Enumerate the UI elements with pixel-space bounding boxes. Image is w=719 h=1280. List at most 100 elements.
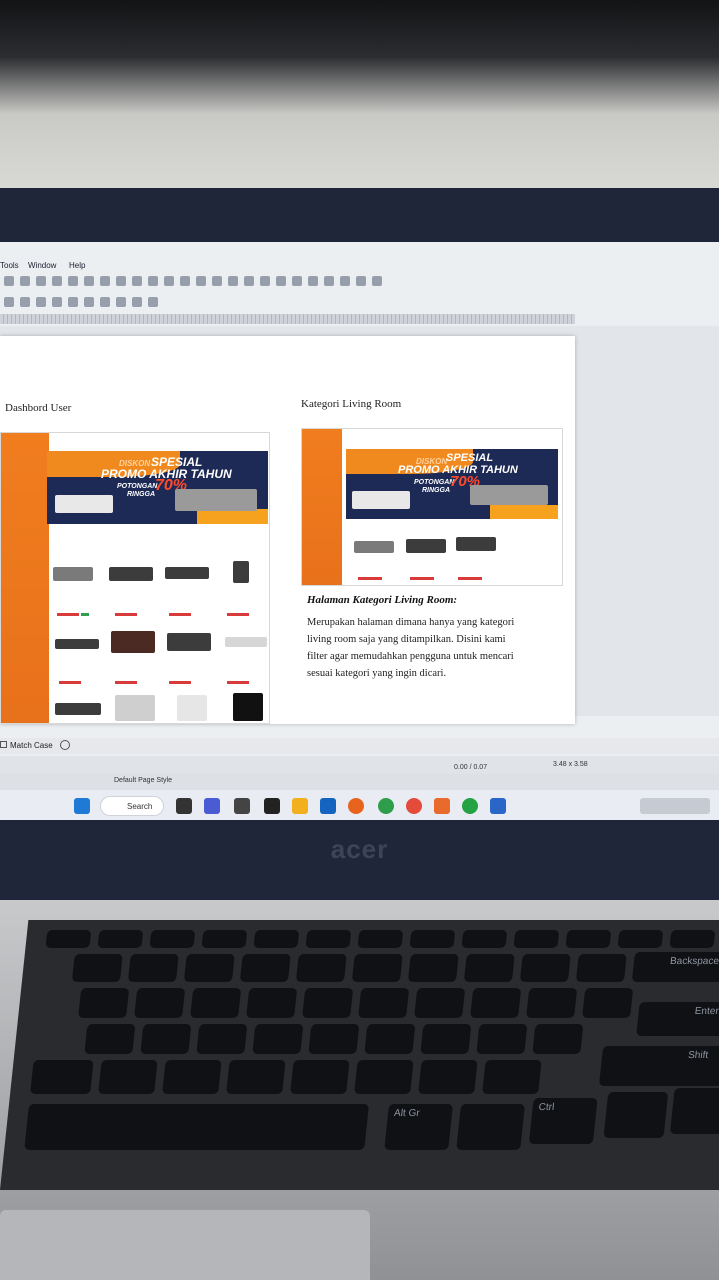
key[interactable] [669,930,716,948]
cart-tag[interactable] [81,613,89,616]
toolbar-icon[interactable] [4,297,14,307]
key[interactable] [513,930,560,948]
meet-icon[interactable] [204,798,220,814]
toolbar-icon[interactable] [100,276,110,286]
key[interactable] [78,988,130,1018]
menu-tools[interactable]: Tools [0,261,19,270]
key[interactable] [253,930,300,948]
key[interactable] [127,954,179,982]
key[interactable] [357,930,404,948]
product-image[interactable] [165,567,209,579]
product-image[interactable] [456,537,496,551]
product-image[interactable] [406,539,446,553]
toolbar-icon[interactable] [132,297,142,307]
toolbar-icon[interactable] [4,276,14,286]
match-case-checkbox[interactable] [0,741,7,748]
ctrl-key[interactable]: Ctrl [528,1098,598,1144]
toolbar-icon[interactable] [356,276,366,286]
key[interactable] [252,1024,304,1054]
chrome-icon[interactable] [406,798,422,814]
product-image[interactable] [111,631,155,653]
toolbar-icon[interactable] [148,276,158,286]
key[interactable] [308,1024,360,1054]
key[interactable] [461,930,508,948]
key[interactable] [420,1024,472,1054]
key[interactable] [617,930,664,948]
shift-key[interactable]: Shift [598,1046,719,1086]
toolbar-icon[interactable] [68,297,78,307]
toolbar-icon[interactable] [116,276,126,286]
key[interactable] [140,1024,192,1054]
toolbar-icon[interactable] [68,276,78,286]
horizontal-ruler[interactable] [0,314,575,324]
arrow-up-key[interactable] [669,1088,719,1134]
product-image[interactable] [167,633,211,651]
key[interactable] [575,954,627,982]
key[interactable] [482,1060,542,1094]
toolbar-icon[interactable] [180,276,190,286]
toolbar-icon[interactable] [292,276,302,286]
product-image[interactable] [55,639,99,649]
toolbar-icon[interactable] [212,276,222,286]
arrow-left-key[interactable] [603,1092,669,1138]
toolbar-icon[interactable] [84,297,94,307]
store-icon[interactable] [320,798,336,814]
key[interactable] [354,1060,414,1094]
key[interactable] [565,930,612,948]
key[interactable] [582,988,634,1018]
key[interactable] [358,988,410,1018]
firefox-icon[interactable] [348,798,364,814]
taskbar-search[interactable]: Search [100,796,164,816]
xampp-icon[interactable] [434,798,450,814]
menu-key[interactable] [456,1104,526,1150]
menu-window[interactable]: Window [28,261,56,270]
key[interactable] [196,1024,248,1054]
toolbar-icon[interactable] [340,276,350,286]
toolbar-icon[interactable] [20,276,30,286]
toolbar-icon[interactable] [132,276,142,286]
key[interactable] [409,930,456,948]
start-icon[interactable] [74,798,90,814]
backspace-key[interactable]: Backspace [631,952,719,982]
key[interactable] [97,930,144,948]
product-image[interactable] [233,561,249,583]
key[interactable] [149,930,196,948]
key[interactable] [414,988,466,1018]
key[interactable] [162,1060,222,1094]
key[interactable] [463,954,515,982]
spacebar-key[interactable] [24,1104,370,1150]
key[interactable] [470,988,522,1018]
toolbar-icon[interactable] [36,297,46,307]
key[interactable] [71,954,123,982]
key[interactable] [84,1024,136,1054]
toolbar-icon[interactable] [20,297,30,307]
task-view-icon[interactable] [176,798,192,814]
key[interactable] [134,988,186,1018]
document-page[interactable]: Dashbord User Kategori Living Room DISKO… [0,336,575,724]
key[interactable] [364,1024,416,1054]
product-image[interactable] [354,541,394,553]
touchpad[interactable] [0,1210,370,1280]
enter-key[interactable]: Enter [636,1002,719,1036]
product-image[interactable] [177,695,207,721]
key[interactable] [30,1060,94,1094]
terminal-icon[interactable] [264,798,280,814]
toolbar-icon[interactable] [372,276,382,286]
page-style[interactable]: Default Page Style [114,777,172,784]
key[interactable] [407,954,459,982]
key[interactable] [305,930,352,948]
toolbar-icon[interactable] [244,276,254,286]
toolbar-icon[interactable] [84,276,94,286]
product-image[interactable] [109,567,153,581]
key[interactable] [476,1024,528,1054]
whatsapp-icon[interactable] [462,798,478,814]
toolbar-icon[interactable] [116,297,126,307]
product-image[interactable] [55,703,101,715]
key[interactable] [183,954,235,982]
key[interactable] [290,1060,350,1094]
product-image[interactable] [115,695,155,721]
toolbar-icon[interactable] [164,276,174,286]
key[interactable] [201,930,248,948]
toolbar-icon[interactable] [260,276,270,286]
key[interactable] [45,930,92,948]
